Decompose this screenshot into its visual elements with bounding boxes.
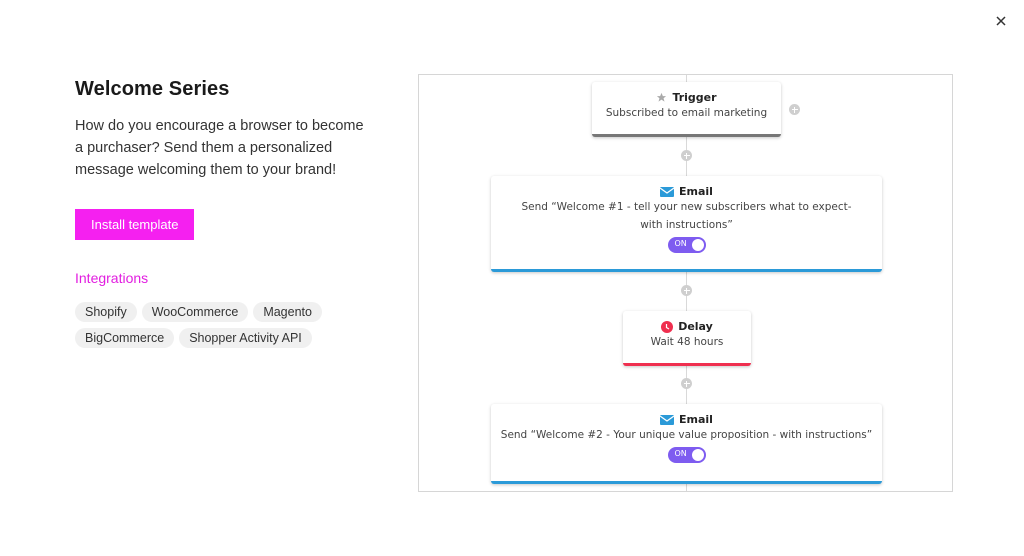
trigger-title: Trigger: [672, 91, 717, 104]
envelope-icon: [660, 414, 675, 425]
integration-chip: Magento: [253, 302, 322, 322]
trigger-node[interactable]: Trigger Subscribed to email marketing: [592, 82, 781, 137]
integration-chip: Shopper Activity API: [179, 328, 312, 348]
delay-text: Wait 48 hours: [650, 336, 724, 348]
email-node-text: Send “Welcome #2 - Your unique value pro…: [500, 429, 873, 441]
flow-canvas[interactable]: Trigger Subscribed to email marketing Em…: [418, 74, 953, 492]
delay-node[interactable]: Delay Wait 48 hours: [623, 311, 751, 366]
install-template-button[interactable]: Install template: [75, 209, 195, 240]
star-icon: [657, 92, 667, 102]
delay-title: Delay: [678, 320, 713, 333]
add-step-button[interactable]: [681, 285, 692, 296]
template-title: Welcome Series: [75, 78, 230, 100]
integration-chip: BigCommerce: [75, 328, 175, 348]
template-description: How do you encourage a browser to become…: [75, 118, 364, 178]
close-button[interactable]: [996, 16, 1012, 32]
add-step-button[interactable]: [681, 378, 692, 389]
template-info: Welcome Series How do you encourage a br…: [75, 78, 395, 348]
email-node-2[interactable]: Email Send “Welcome #2 - Your unique val…: [491, 404, 882, 484]
add-branch-button[interactable]: [789, 104, 800, 115]
email-node-title: Email: [679, 185, 713, 198]
email-node-1[interactable]: Email Send “Welcome #1 - tell your new s…: [491, 176, 882, 272]
integrations-list: Shopify WooCommerce Magento BigCommerce …: [75, 302, 335, 348]
integration-chip: WooCommerce: [141, 302, 249, 322]
email-node-title: Email: [679, 413, 713, 426]
email-2-toggle[interactable]: ON: [667, 447, 706, 463]
integration-chip: Shopify: [75, 302, 137, 322]
clock-icon: [661, 320, 674, 333]
email-1-toggle[interactable]: ON: [667, 237, 706, 253]
email-node-text: Send “Welcome #1 - tell your new subscri…: [521, 201, 852, 231]
integrations-heading: Integrations: [75, 270, 149, 286]
trigger-text: Subscribed to email marketing: [605, 107, 768, 119]
add-step-button[interactable]: [681, 150, 692, 161]
envelope-icon: [660, 186, 675, 197]
close-icon: [996, 16, 1006, 26]
